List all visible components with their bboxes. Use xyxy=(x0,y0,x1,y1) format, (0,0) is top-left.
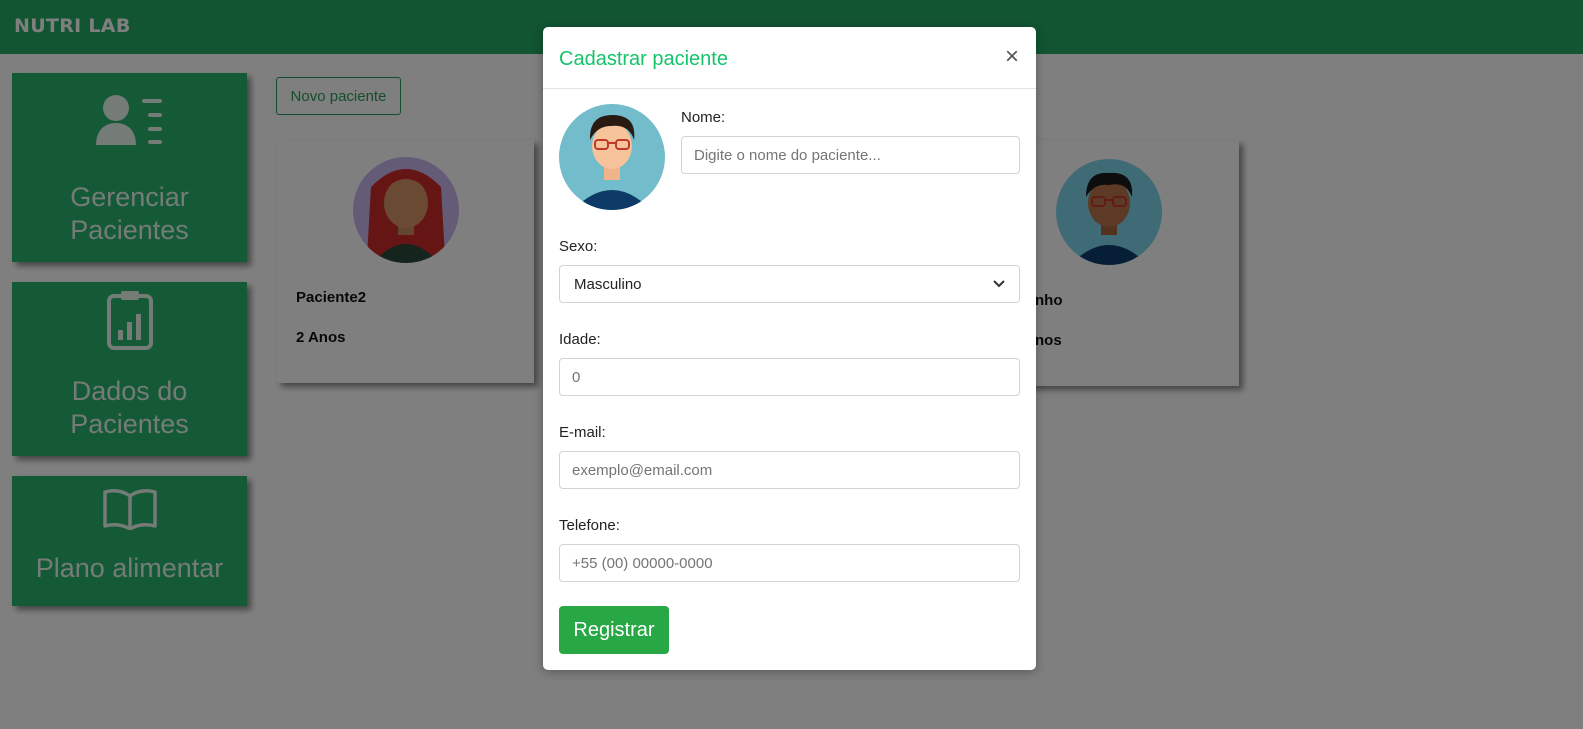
nome-input[interactable] xyxy=(681,136,1020,174)
idade-input[interactable] xyxy=(559,358,1020,396)
telefone-input[interactable] xyxy=(559,544,1020,582)
patient-avatar xyxy=(559,104,665,210)
register-button[interactable]: Registrar xyxy=(559,606,669,654)
male-avatar-icon xyxy=(559,104,665,210)
nome-label: Nome: xyxy=(681,109,726,126)
close-icon[interactable]: × xyxy=(1002,45,1022,69)
telefone-label: Telefone: xyxy=(559,517,620,534)
chevron-down-icon xyxy=(993,280,1005,288)
sexo-selected-value: Masculino xyxy=(574,275,642,293)
idade-label: Idade: xyxy=(559,331,601,348)
sexo-select[interactable]: Masculino xyxy=(559,265,1020,303)
sexo-label: Sexo: xyxy=(559,238,598,255)
modal-title: Cadastrar paciente xyxy=(559,48,728,70)
modal-header: Cadastrar paciente × xyxy=(543,27,1036,89)
email-input[interactable] xyxy=(559,451,1020,489)
email-label: E-mail: xyxy=(559,424,606,441)
register-patient-modal: Cadastrar paciente × Nome: Sexo: Masculi… xyxy=(543,27,1036,670)
